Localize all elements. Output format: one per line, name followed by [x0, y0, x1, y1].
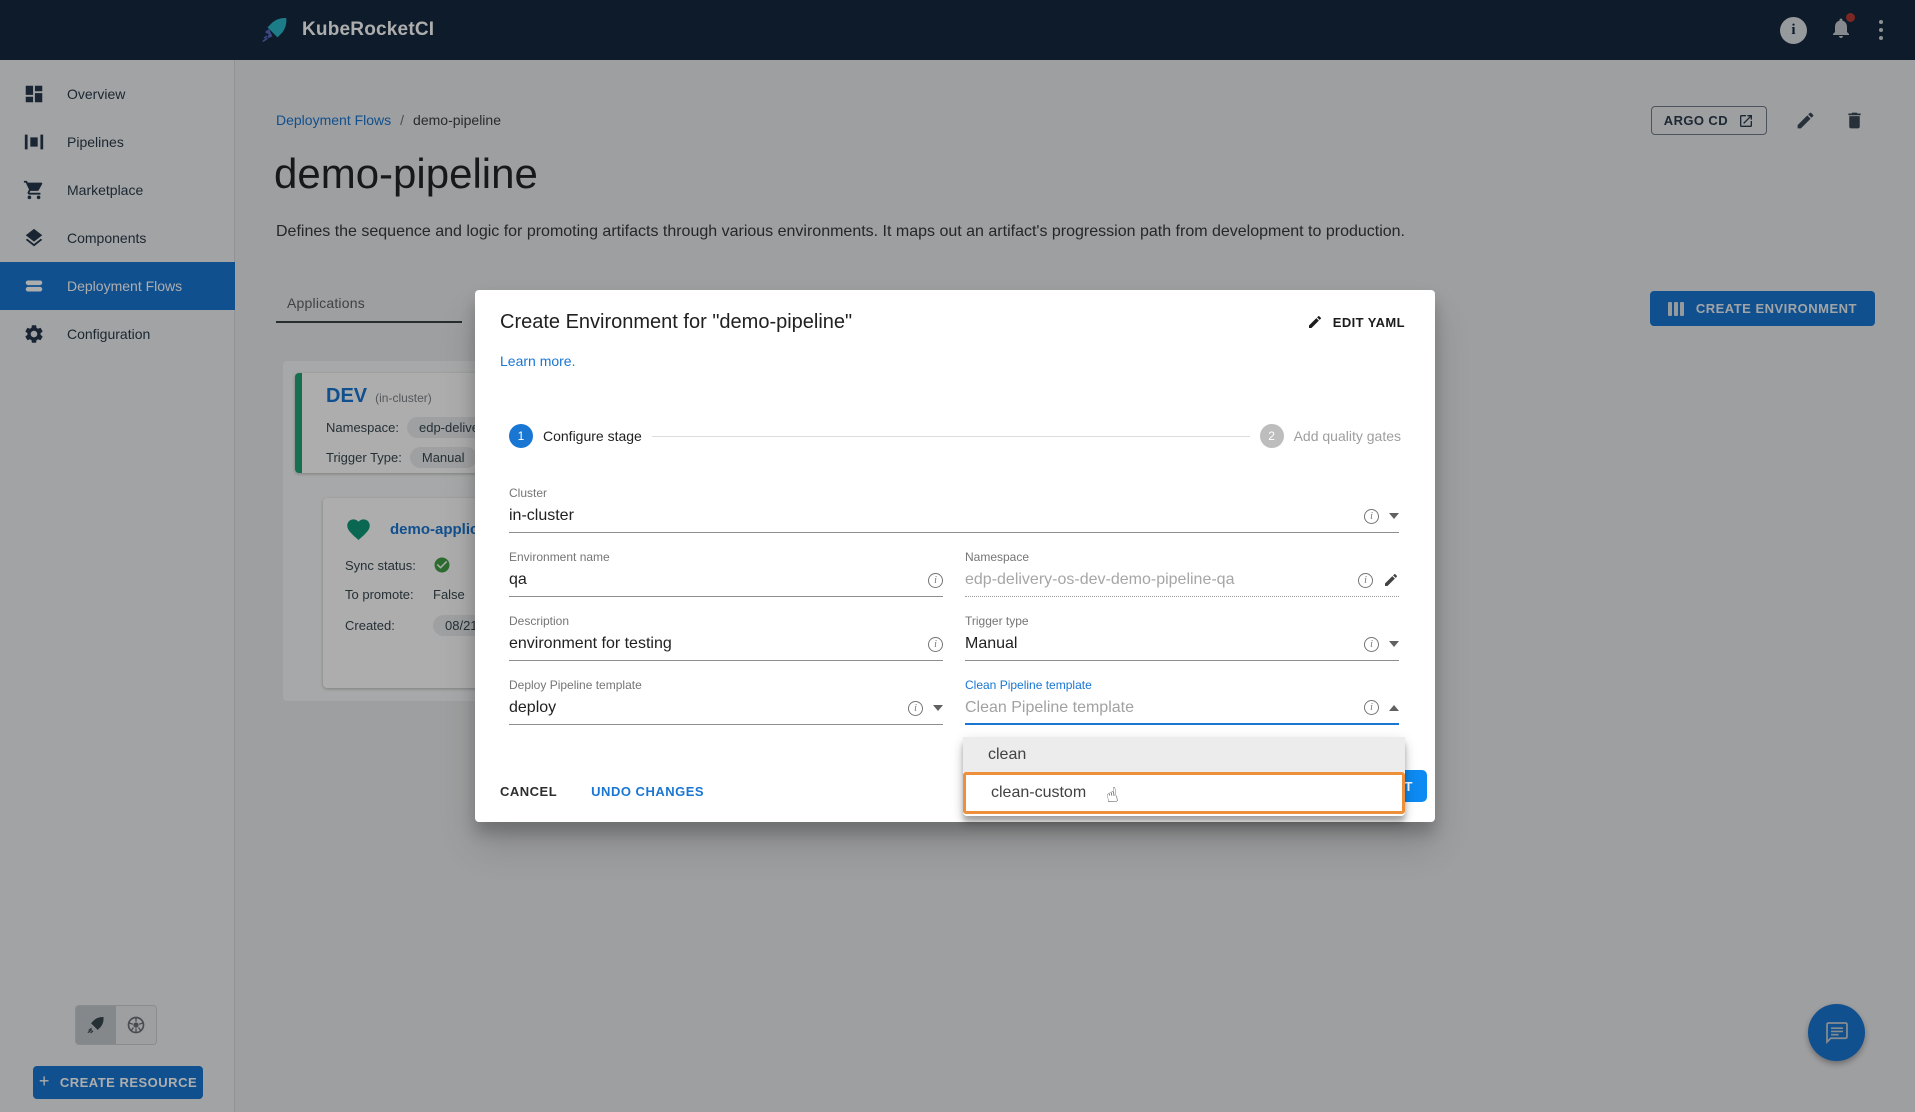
- pencil-icon: [1383, 572, 1399, 588]
- dropdown-option-clean-custom[interactable]: clean-custom ☝: [963, 772, 1405, 814]
- info-icon[interactable]: i: [1364, 700, 1379, 715]
- description-value[interactable]: environment for testing: [509, 635, 918, 653]
- cluster-value[interactable]: in-cluster: [509, 507, 1354, 525]
- undo-changes-button[interactable]: UNDO CHANGES: [587, 778, 708, 805]
- edit-yaml-label: EDIT YAML: [1333, 315, 1405, 330]
- info-icon[interactable]: i: [928, 573, 943, 588]
- environment-name-label: Environment name: [509, 550, 943, 564]
- description-label: Description: [509, 614, 943, 628]
- info-icon[interactable]: i: [1364, 509, 1379, 524]
- chevron-down-icon[interactable]: [1389, 641, 1399, 647]
- clean-pipeline-template-field[interactable]: Clean Pipeline template Clean Pipeline t…: [965, 678, 1399, 725]
- cluster-label: Cluster: [509, 486, 1399, 500]
- deploy-pipeline-template-field[interactable]: Deploy Pipeline template deploy i: [509, 678, 943, 725]
- deploy-pipeline-template-label: Deploy Pipeline template: [509, 678, 943, 692]
- dialog-title: Create Environment for "demo-pipeline": [500, 311, 852, 334]
- edit-yaml-button[interactable]: EDIT YAML: [1307, 314, 1405, 330]
- info-icon[interactable]: i: [1358, 573, 1373, 588]
- chevron-down-icon[interactable]: [933, 705, 943, 711]
- trigger-type-value[interactable]: Manual: [965, 635, 1354, 653]
- clean-pipeline-template-placeholder[interactable]: Clean Pipeline template: [965, 699, 1354, 717]
- info-icon[interactable]: i: [1364, 637, 1379, 652]
- step-1-indicator: 1: [509, 424, 533, 448]
- info-icon[interactable]: i: [908, 701, 923, 716]
- chevron-down-icon[interactable]: [1389, 513, 1399, 519]
- dropdown-option-label: clean-custom: [991, 784, 1086, 802]
- step-2-indicator: 2: [1260, 424, 1284, 448]
- deploy-pipeline-template-value[interactable]: deploy: [509, 699, 898, 717]
- namespace-label: Namespace: [965, 550, 1399, 564]
- trigger-type-label: Trigger type: [965, 614, 1399, 628]
- pencil-icon: [1307, 314, 1323, 330]
- description-field[interactable]: Description environment for testing i: [509, 614, 943, 661]
- environment-name-value[interactable]: qa: [509, 571, 918, 589]
- stepper: 1 Configure stage 2 Add quality gates: [509, 424, 1401, 448]
- environment-name-field[interactable]: Environment name qa i: [509, 550, 943, 597]
- learn-more-link[interactable]: Learn more.: [500, 353, 575, 369]
- cancel-button[interactable]: CANCEL: [496, 778, 561, 805]
- stepper-connector: [652, 436, 1250, 437]
- edit-namespace-button[interactable]: [1383, 572, 1399, 588]
- step-2-label: Add quality gates: [1294, 428, 1401, 444]
- info-icon[interactable]: i: [928, 637, 943, 652]
- namespace-value: edp-delivery-os-dev-demo-pipeline-qa: [965, 571, 1348, 589]
- clean-pipeline-template-menu: clean clean-custom ☝: [963, 737, 1405, 816]
- trigger-type-field[interactable]: Trigger type Manual i: [965, 614, 1399, 661]
- app-screen: KubeRocketCI i ‹ Overview Pipelines: [0, 0, 1915, 1112]
- cluster-field[interactable]: Cluster in-cluster i: [509, 486, 1399, 533]
- dropdown-option-clean[interactable]: clean: [963, 737, 1405, 772]
- chevron-up-icon[interactable]: [1389, 705, 1399, 711]
- step-1-label: Configure stage: [543, 428, 642, 444]
- namespace-field: Namespace edp-delivery-os-dev-demo-pipel…: [965, 550, 1399, 597]
- hand-cursor-icon: ☝: [1104, 782, 1120, 808]
- clean-pipeline-template-label: Clean Pipeline template: [965, 678, 1399, 692]
